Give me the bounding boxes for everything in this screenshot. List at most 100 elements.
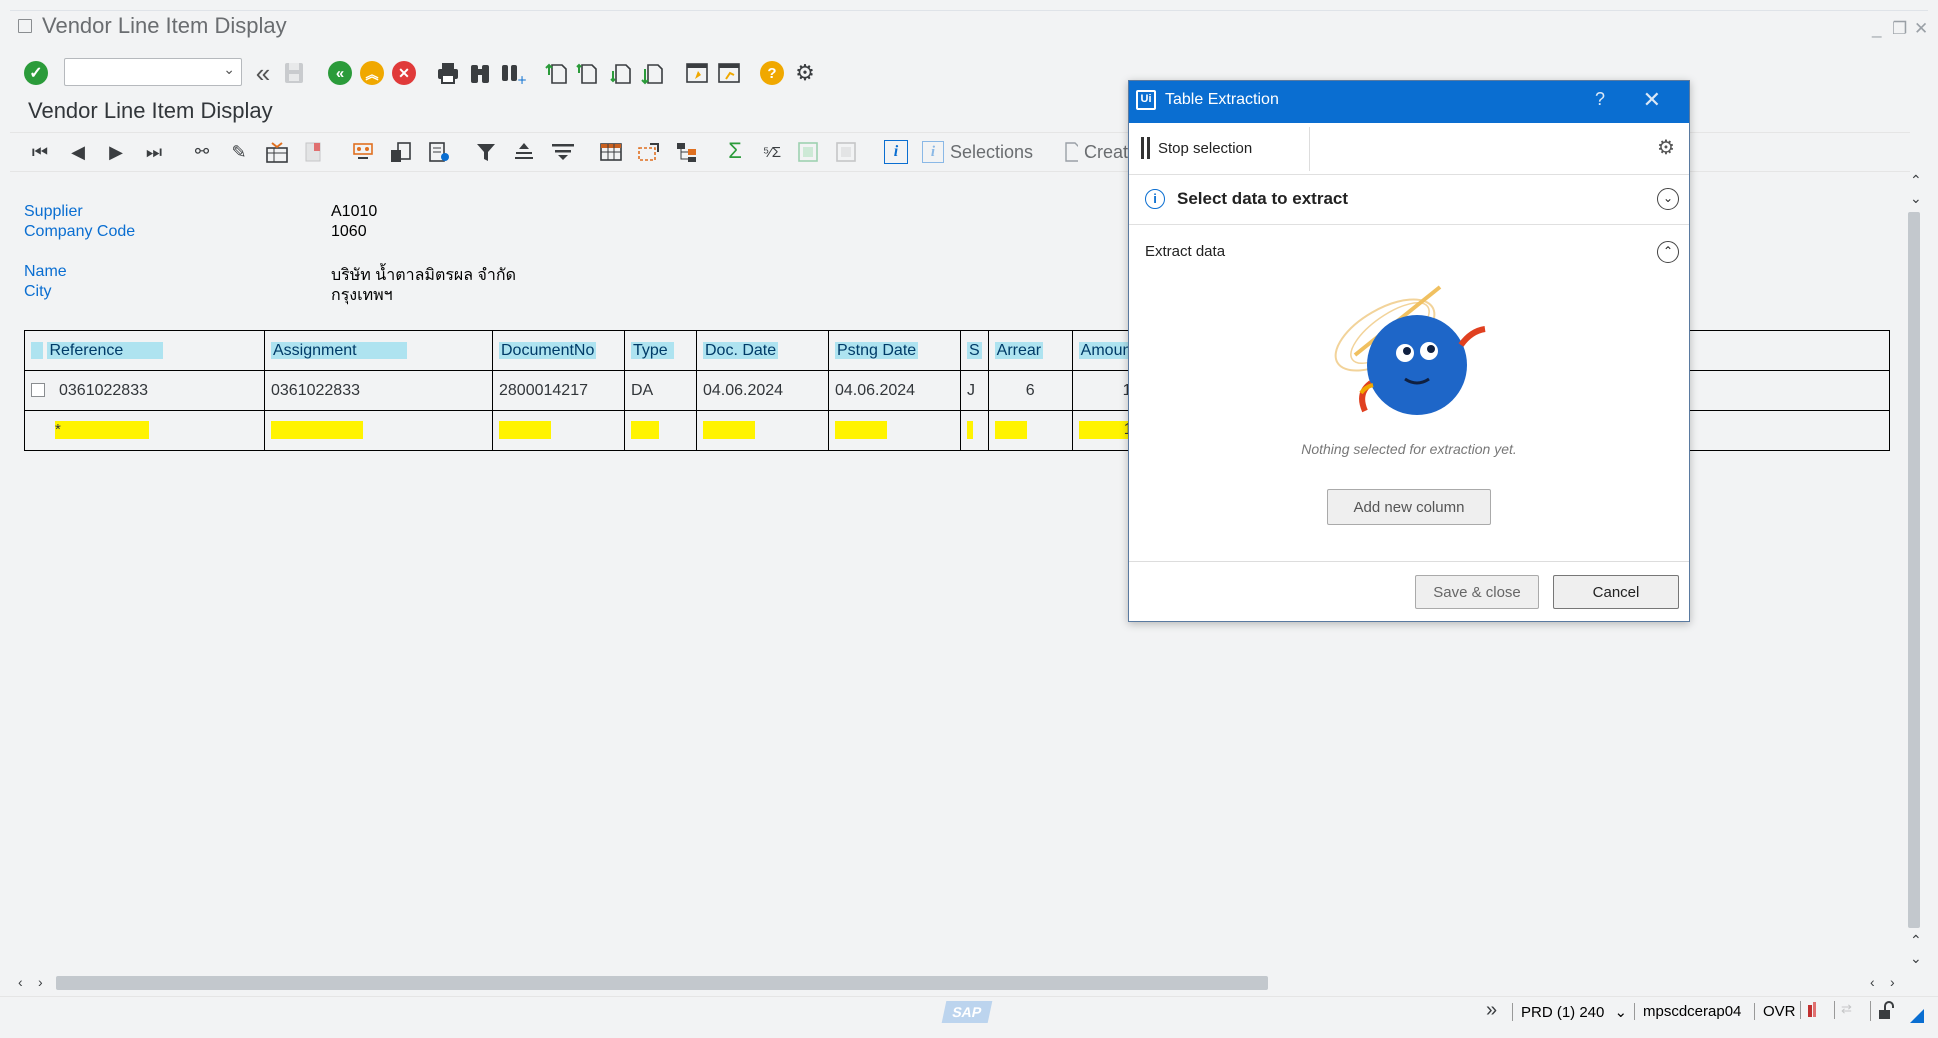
hierarchy-icon[interactable] bbox=[674, 140, 700, 164]
dialog-help-button[interactable]: ? bbox=[1595, 89, 1605, 110]
s-cell[interactable]: J bbox=[960, 370, 989, 411]
save-icon[interactable] bbox=[282, 60, 306, 86]
total-type-cell[interactable] bbox=[624, 410, 697, 451]
total-arrear-cell[interactable] bbox=[987, 410, 1073, 451]
restore-icon[interactable]: ❐ bbox=[1892, 19, 1907, 39]
next-page-icon[interactable] bbox=[608, 61, 632, 85]
scroll-page-right-icon[interactable]: › bbox=[1890, 974, 1895, 990]
pstng-date-cell[interactable]: 04.06.2024 bbox=[828, 370, 961, 411]
sum-icon[interactable]: Σ bbox=[724, 138, 746, 164]
filter-icon[interactable] bbox=[474, 140, 498, 164]
table-view-icon[interactable] bbox=[598, 140, 624, 164]
sort-ascending-icon[interactable] bbox=[512, 140, 536, 164]
column-header-type[interactable]: Type bbox=[624, 330, 697, 371]
type-cell[interactable]: DA bbox=[624, 370, 697, 411]
command-field[interactable]: ⌄ bbox=[64, 58, 242, 86]
transfer-icon[interactable]: ⇄ bbox=[1834, 1001, 1854, 1019]
column-header-reference[interactable]: Reference bbox=[24, 330, 265, 371]
settings-icon[interactable]: ⚙ bbox=[1657, 135, 1675, 160]
doc-date-cell[interactable]: 04.06.2024 bbox=[696, 370, 829, 411]
total-doc-date-cell[interactable] bbox=[696, 410, 829, 451]
scroll-down-icon[interactable]: ⌄ bbox=[1910, 190, 1922, 207]
previous-page-icon[interactable] bbox=[576, 61, 600, 85]
last-item-icon[interactable]: ⏭ bbox=[144, 141, 164, 163]
scroll-right-icon[interactable]: › bbox=[38, 974, 43, 990]
export-icon[interactable] bbox=[636, 140, 662, 164]
reference-cell[interactable]: 0361022833 bbox=[24, 370, 265, 411]
selections-button[interactable]: i Selections bbox=[922, 138, 1033, 166]
unlock-icon[interactable] bbox=[1870, 1001, 1894, 1021]
scroll-left-icon[interactable]: ‹ bbox=[18, 974, 23, 990]
total-document-no-cell[interactable] bbox=[492, 410, 625, 451]
generate-shortcut-icon[interactable] bbox=[716, 61, 742, 85]
find-icon[interactable] bbox=[468, 61, 492, 85]
next-item-icon[interactable]: ▶ bbox=[106, 141, 126, 163]
minimize-icon[interactable]: _ bbox=[1872, 19, 1881, 39]
subtotal-icon[interactable]: ⁵⁄Σ bbox=[760, 140, 784, 164]
performance-icon[interactable] bbox=[1800, 1001, 1816, 1019]
create-button[interactable]: Creat bbox=[1064, 138, 1128, 166]
column-header-s[interactable]: S bbox=[960, 330, 989, 371]
collapse-icon[interactable] bbox=[834, 140, 858, 164]
status-expand-icon[interactable]: » bbox=[1486, 999, 1497, 1022]
window-menu-icon[interactable] bbox=[18, 19, 32, 33]
scroll-bottom-icon[interactable]: ⌄ bbox=[1910, 950, 1922, 967]
select-layout-icon[interactable] bbox=[264, 140, 290, 164]
expand-chevron-icon[interactable]: ⌄ bbox=[1657, 188, 1679, 210]
document-overview-icon[interactable] bbox=[426, 140, 452, 164]
vertical-scrollbar[interactable] bbox=[1908, 212, 1920, 928]
scroll-top-icon[interactable]: ⌃ bbox=[1910, 932, 1922, 949]
column-header-arrear[interactable]: Arrear bbox=[987, 330, 1073, 371]
column-header-assignment[interactable]: Assignment bbox=[264, 330, 493, 371]
print-icon[interactable] bbox=[436, 61, 460, 85]
city-value: กรุงเทพฯ bbox=[331, 287, 393, 304]
last-page-icon[interactable] bbox=[640, 61, 664, 85]
select-all-cell[interactable] bbox=[31, 341, 44, 359]
scroll-up-icon[interactable]: ⌃ bbox=[1910, 172, 1922, 189]
create-session-icon[interactable] bbox=[684, 61, 710, 85]
close-icon[interactable]: ✕ bbox=[1914, 19, 1928, 39]
dialog-close-button[interactable]: ✕ bbox=[1643, 87, 1661, 113]
first-item-icon[interactable]: ⏮ bbox=[30, 141, 50, 163]
sort-descending-icon[interactable] bbox=[550, 140, 576, 164]
double-left-icon[interactable]: « bbox=[250, 58, 276, 88]
stop-selection-button[interactable]: Stop selection bbox=[1141, 137, 1252, 159]
assignment-cell[interactable]: 0361022833 bbox=[264, 370, 493, 411]
exit-icon[interactable]: ︽ bbox=[360, 61, 384, 85]
assign-icon[interactable] bbox=[388, 140, 414, 164]
info-icon[interactable]: i bbox=[884, 140, 908, 164]
total-pstng-date-cell[interactable] bbox=[828, 410, 961, 451]
total-assignment-cell[interactable] bbox=[264, 410, 493, 451]
total-s-cell[interactable] bbox=[960, 410, 989, 451]
add-new-column-button[interactable]: Add new column bbox=[1327, 489, 1491, 525]
change-document-icon[interactable]: ✎ bbox=[228, 141, 250, 163]
first-page-icon[interactable] bbox=[544, 61, 568, 85]
back-icon[interactable]: « bbox=[328, 61, 352, 85]
system-info[interactable]: PRD (1) 240 ⌄ bbox=[1512, 1003, 1627, 1021]
row-select-checkbox[interactable] bbox=[31, 383, 45, 398]
column-header-pstng-date[interactable]: Pstng Date bbox=[828, 330, 961, 371]
company-code-value: 1060 bbox=[331, 223, 367, 240]
total-reference-cell[interactable]: * bbox=[24, 410, 265, 451]
display-document-icon[interactable]: ⚯ bbox=[190, 141, 214, 163]
scroll-page-left-icon[interactable]: ‹ bbox=[1870, 974, 1875, 990]
help-icon[interactable]: ? bbox=[760, 61, 784, 85]
save-close-button[interactable]: Save & close bbox=[1415, 575, 1539, 609]
resize-grip-icon[interactable] bbox=[1910, 1009, 1924, 1023]
document-no-cell[interactable]: 2800014217 bbox=[492, 370, 625, 411]
horizontal-scrollbar[interactable] bbox=[56, 976, 1268, 990]
arrear-cell[interactable]: 6 bbox=[987, 370, 1073, 411]
settings-gear-icon[interactable]: ⚙ bbox=[792, 60, 818, 86]
cancel-icon[interactable]: ✕ bbox=[392, 61, 416, 85]
find-next-icon[interactable]: + bbox=[500, 61, 526, 85]
column-header-doc-date[interactable]: Doc. Date bbox=[696, 330, 829, 371]
collapse-chevron-icon[interactable]: ⌃ bbox=[1657, 241, 1679, 263]
input-mode[interactable]: OVR bbox=[1754, 1003, 1796, 1020]
enter-icon[interactable]: ✓ bbox=[24, 61, 48, 85]
delete-layout-icon[interactable] bbox=[302, 140, 326, 164]
mass-change-icon[interactable] bbox=[350, 140, 376, 164]
cancel-button[interactable]: Cancel bbox=[1553, 575, 1679, 609]
expand-icon[interactable] bbox=[796, 140, 820, 164]
column-header-documentno[interactable]: DocumentNo bbox=[492, 330, 625, 371]
previous-item-icon[interactable]: ◀ bbox=[68, 141, 88, 163]
